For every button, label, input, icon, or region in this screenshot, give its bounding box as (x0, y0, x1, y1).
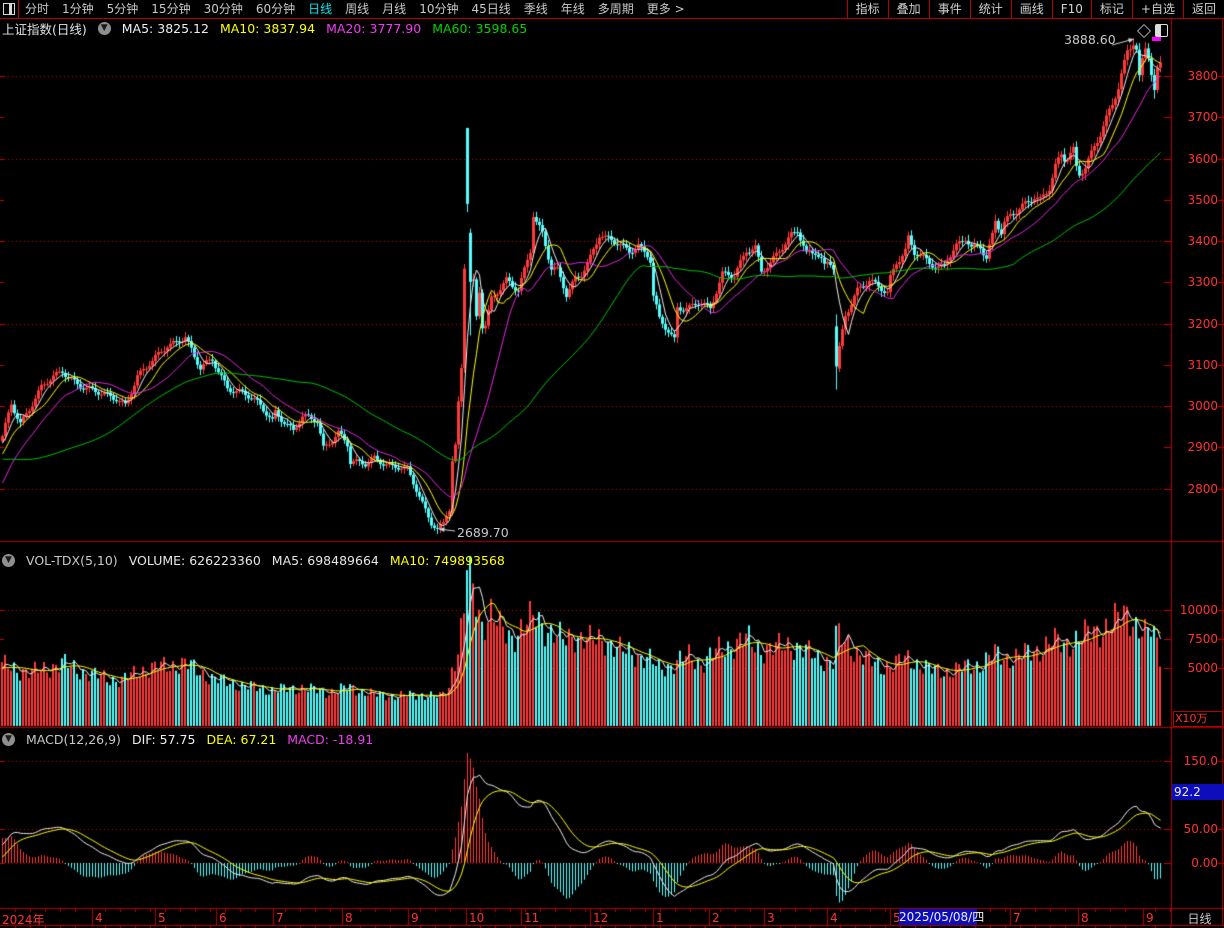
volume-header-seg-3: MA10: 749893568 (390, 553, 505, 568)
low-price-annotation: 2689.70 (457, 525, 509, 540)
month-axis-label: 12 (593, 911, 608, 925)
month-axis-label: 11 (524, 911, 539, 925)
toolbar-button-6[interactable]: 标记 (1091, 0, 1132, 18)
year-label: 2024年 (2, 911, 45, 928)
month-axis-label: 2 (712, 911, 720, 925)
tab-period-1[interactable]: 1分钟 (62, 0, 94, 18)
volume-unit-label: X10万 (1173, 711, 1223, 727)
tab-period-3[interactable]: 15分钟 (151, 0, 190, 18)
symbol-title: 上证指数(日线) (2, 19, 87, 38)
layout-panel-icon[interactable] (1155, 24, 1168, 37)
toolbar-button-8[interactable]: 返回 (1183, 0, 1224, 18)
volume-axis-label: 10000 (1174, 603, 1218, 617)
tab-period-6[interactable]: 日线 (308, 0, 332, 18)
tab-period-11[interactable]: 季线 (524, 0, 548, 18)
tab-period-9[interactable]: 10分钟 (419, 0, 458, 18)
toolbar-button-5[interactable]: F10 (1052, 0, 1091, 18)
chevron-down-icon[interactable]: ▼ (2, 733, 15, 746)
macd-axis-label: 0.00 (1174, 856, 1218, 870)
ma-label-2: MA20: 3777.90 (326, 21, 421, 36)
price-axis-label: 3100 (1174, 358, 1218, 372)
tab-period-0[interactable]: 分时 (25, 0, 49, 18)
volume-value-labels: VOL-TDX(5,10) VOLUME: 626223360 MA5: 69848… (26, 553, 505, 568)
macd-value-labels: MACD(12,26,9) DIF: 57.75 DEA: 67.21 MACD: -… (26, 732, 373, 747)
menu-divider (18, 0, 19, 18)
month-axis-label: 1 (656, 911, 664, 925)
main-chart-header: 上证指数(日线) ▼ MA5: 3825.12 MA10: 3837.94 MA20… (2, 21, 527, 36)
month-axis-label: 9 (1146, 911, 1154, 925)
month-axis-label: 9 (411, 911, 419, 925)
tab-period-13[interactable]: 多周期 (598, 0, 634, 18)
macd-header-seg-2: DEA: 67.21 (206, 732, 276, 747)
toolbar-button-1[interactable]: 叠加 (888, 0, 929, 18)
chevron-down-icon[interactable]: ▼ (2, 554, 15, 567)
month-axis-label: 4 (830, 911, 838, 925)
tab-period-5[interactable]: 60分钟 (256, 0, 295, 18)
price-axis-label: 3500 (1174, 193, 1218, 207)
ma-label-0: MA5: 3825.12 (122, 21, 209, 36)
selected-date-box: 2025/05/08/四 (899, 909, 977, 925)
volume-pane-header: ▼ VOL-TDX(5,10) VOLUME: 626223360 MA5: 698… (2, 553, 505, 568)
tab-period-10[interactable]: 45日线 (471, 0, 510, 18)
ma-label-1: MA10: 3837.94 (220, 21, 315, 36)
tab-period-7[interactable]: 周线 (345, 0, 369, 18)
volume-axis-label: 7500 (1174, 632, 1218, 646)
month-axis-label: 10 (469, 911, 484, 925)
price-axis-label: 2900 (1174, 440, 1218, 454)
volume-axis-label: 5000 (1174, 661, 1218, 675)
ma-value-labels: MA5: 3825.12 MA10: 3837.94 MA20: 3777.90 MA… (122, 21, 528, 36)
period-corner-label: 日线 (1177, 910, 1222, 927)
tab-period-14[interactable]: 更多 > (647, 0, 685, 18)
month-axis-label: 7 (1013, 911, 1021, 925)
volume-header-seg-0: VOL-TDX(5,10) (26, 553, 118, 568)
chart-canvas[interactable] (0, 0, 1224, 928)
tab-period-12[interactable]: 年线 (561, 0, 585, 18)
price-axis-label: 2800 (1174, 482, 1218, 496)
volume-header-seg-2: MA5: 698489664 (272, 553, 379, 568)
toolbar-button-2[interactable]: 事件 (929, 0, 970, 18)
month-axis-label: 6 (219, 911, 227, 925)
macd-header-seg-3: MACD: -18.91 (287, 732, 373, 747)
toolbar-button-7[interactable]: +自选 (1132, 0, 1183, 18)
period-tabs: 分时 1分钟 5分钟 15分钟 30分钟 60分钟日线周线月线 10分钟 45日线季线年线多周… (25, 0, 685, 18)
tab-period-4[interactable]: 30分钟 (204, 0, 243, 18)
magenta-price-marker (1152, 37, 1161, 41)
price-axis-label: 3600 (1174, 152, 1218, 166)
window-icon[interactable] (3, 3, 15, 15)
tab-period-8[interactable]: 月线 (382, 0, 406, 18)
macd-header-seg-0: MACD(12,26,9) (26, 732, 121, 747)
toolbar-buttons: 指标叠加事件统计画线F10标记+自选返回 (847, 0, 1224, 18)
macd-header-seg-1: DIF: 57.75 (132, 732, 196, 747)
month-axis-label: 7 (276, 911, 284, 925)
month-axis-label: 8 (345, 911, 353, 925)
toolbar-button-4[interactable]: 画线 (1011, 0, 1052, 18)
macd-axis-label: 50.00 (1174, 822, 1218, 836)
app-window: 分时1分钟5分钟15分钟30分钟60分钟日线周线月线10分钟45日线季线年线多周… (0, 0, 1224, 928)
price-axis-label: 3800 (1174, 69, 1218, 83)
price-axis-label: 3400 (1174, 234, 1218, 248)
price-axis-label: 3000 (1174, 399, 1218, 413)
tab-period-2[interactable]: 5分钟 (107, 0, 139, 18)
price-axis-label: 3300 (1174, 275, 1218, 289)
month-axis-label: 4 (95, 911, 103, 925)
chevron-down-icon[interactable]: ▼ (98, 22, 111, 35)
toolbar-button-3[interactable]: 统计 (970, 0, 1011, 18)
macd-pane-header: ▼ MACD(12,26,9) DIF: 57.75 DEA: 67.21 MACD:… (2, 732, 373, 747)
price-axis-label: 3700 (1174, 110, 1218, 124)
top-menu-bar: 分时 1分钟 5分钟 15分钟 30分钟 60分钟日线周线月线 10分钟 45日线季线年线多周… (0, 0, 1224, 19)
month-axis-label: 8 (1081, 911, 1089, 925)
high-price-annotation: 3888.60 (1064, 32, 1116, 47)
month-axis-label: 5 (158, 911, 166, 925)
price-axis-label: 3200 (1174, 317, 1218, 331)
axis-mouse-value-box: 92.2 (1172, 784, 1224, 800)
ma-label-3: MA60: 3598.65 (432, 21, 527, 36)
month-axis-label: 3 (767, 911, 775, 925)
macd-axis-label: 150.0 (1174, 754, 1218, 768)
volume-header-seg-1: VOLUME: 626223360 (129, 553, 261, 568)
toolbar-button-0[interactable]: 指标 (847, 0, 888, 18)
